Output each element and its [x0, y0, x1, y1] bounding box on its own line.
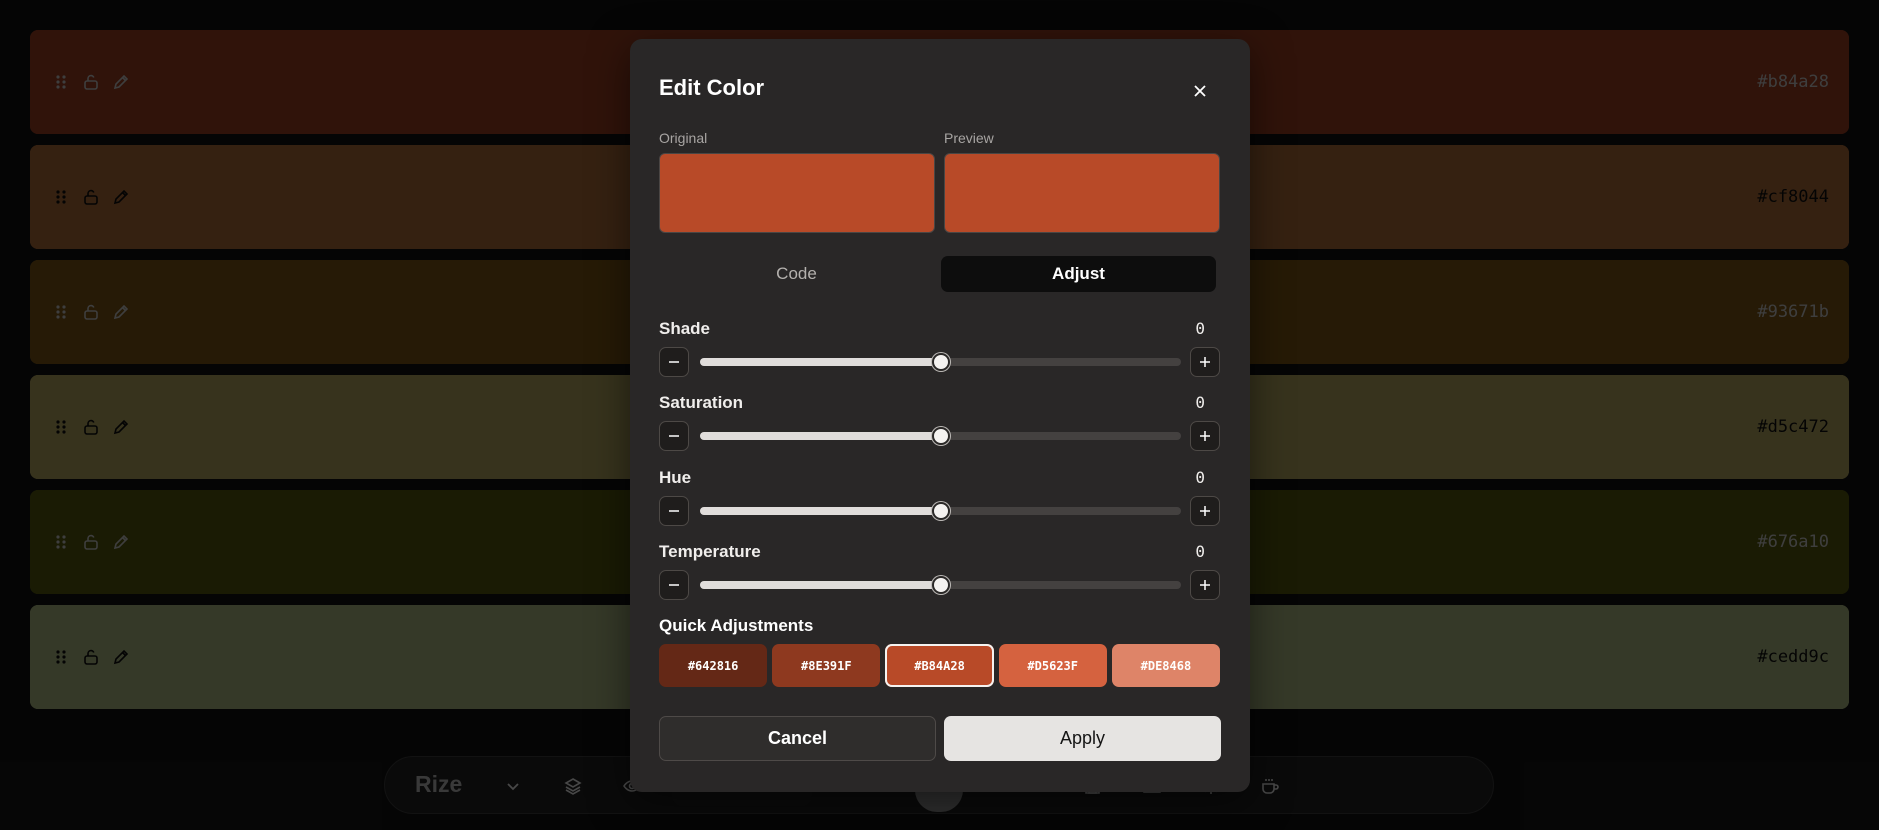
- minus-icon: [669, 435, 679, 437]
- minus-icon: [669, 510, 679, 512]
- slider-thumb[interactable]: [931, 353, 950, 371]
- slider-value: 0: [1195, 468, 1205, 487]
- quick-swatch[interactable]: #DE8468: [1111, 644, 1221, 687]
- quick-swatch[interactable]: #D5623F: [998, 644, 1107, 687]
- increment-button[interactable]: [1190, 496, 1220, 526]
- minus-icon: [669, 584, 679, 586]
- temperature-slider-group: Temperature 0: [659, 542, 1220, 600]
- quick-swatch[interactable]: #B84A28: [885, 644, 994, 687]
- slider-fill: [700, 432, 941, 440]
- slider-fill: [700, 507, 941, 515]
- edit-color-dialog: Edit Color Original Preview Code Adjust …: [630, 39, 1250, 792]
- app-stage: #b84a28 #cf8044 #93671b #d5c472 #676a10 …: [0, 0, 1879, 830]
- slider-track[interactable]: [700, 353, 1181, 371]
- slider-track[interactable]: [700, 576, 1181, 594]
- increment-button[interactable]: [1190, 347, 1220, 377]
- slider-fill: [700, 358, 941, 366]
- hue-slider-group: Hue 0: [659, 468, 1220, 526]
- slider-track[interactable]: [700, 502, 1181, 520]
- cancel-button[interactable]: Cancel: [659, 716, 936, 761]
- plus-icon: [1200, 580, 1210, 590]
- slider-thumb[interactable]: [931, 576, 950, 594]
- preview-label: Preview: [944, 130, 994, 146]
- minus-icon: [669, 361, 679, 363]
- shade-slider-group: Shade 0: [659, 319, 1220, 377]
- close-icon: [1194, 85, 1206, 97]
- decrement-button[interactable]: [659, 570, 689, 600]
- decrement-button[interactable]: [659, 421, 689, 451]
- increment-button[interactable]: [1190, 570, 1220, 600]
- plus-icon: [1200, 431, 1210, 441]
- mode-toggle: Code Adjust: [659, 256, 1221, 292]
- quick-adjustments-label: Quick Adjustments: [659, 616, 814, 635]
- original-label: Original: [659, 130, 708, 146]
- dialog-title: Edit Color: [659, 75, 765, 100]
- quick-swatch[interactable]: #8E391F: [772, 644, 881, 687]
- plus-icon: [1200, 506, 1210, 516]
- slider-value: 0: [1195, 542, 1205, 561]
- slider-label: Temperature: [659, 542, 761, 561]
- saturation-slider-group: Saturation 0: [659, 393, 1220, 451]
- slider-fill: [700, 581, 941, 589]
- quick-adjustments: #642816 #8E391F #B84A28 #D5623F #DE8468: [659, 644, 1221, 687]
- decrement-button[interactable]: [659, 496, 689, 526]
- slider-track[interactable]: [700, 427, 1181, 445]
- slider-value: 0: [1195, 319, 1205, 338]
- tab-code[interactable]: Code: [659, 256, 934, 292]
- tab-adjust[interactable]: Adjust: [941, 256, 1216, 292]
- preview-swatch: [944, 153, 1220, 233]
- plus-icon: [1200, 357, 1210, 367]
- slider-value: 0: [1195, 393, 1205, 412]
- slider-label: Shade: [659, 319, 711, 338]
- close-button[interactable]: [1190, 81, 1210, 101]
- apply-button[interactable]: Apply: [944, 716, 1221, 761]
- original-swatch: [659, 153, 935, 233]
- slider-label: Saturation: [659, 393, 744, 412]
- slider-thumb[interactable]: [931, 427, 950, 445]
- decrement-button[interactable]: [659, 347, 689, 377]
- quick-swatch[interactable]: #642816: [659, 644, 768, 687]
- slider-label: Hue: [659, 468, 692, 487]
- slider-thumb[interactable]: [931, 502, 950, 520]
- increment-button[interactable]: [1190, 421, 1220, 451]
